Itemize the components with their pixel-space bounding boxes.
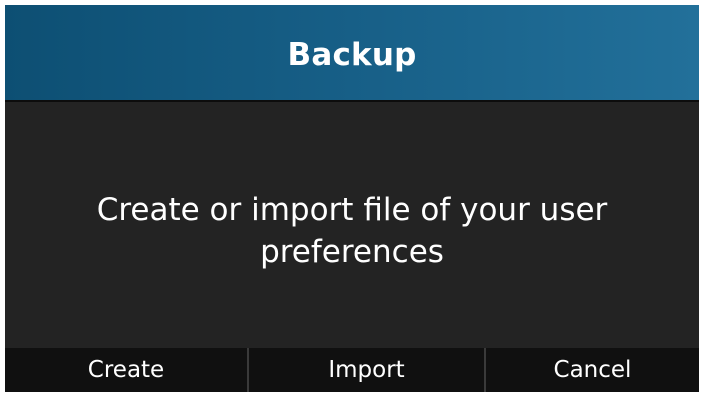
cancel-button[interactable]: Cancel [486, 348, 699, 392]
phone-screen: Backup Create or import file of your use… [5, 5, 699, 392]
title-bar: Backup [5, 5, 699, 100]
dialog-title: Backup [287, 36, 417, 73]
softkey-bar: Create Import Cancel [5, 348, 699, 392]
dialog-body: Create or import file of your user prefe… [5, 102, 699, 347]
create-button[interactable]: Create [5, 348, 249, 392]
import-button[interactable]: Import [249, 348, 486, 392]
dialog-message: Create or import file of your user prefe… [96, 191, 608, 270]
